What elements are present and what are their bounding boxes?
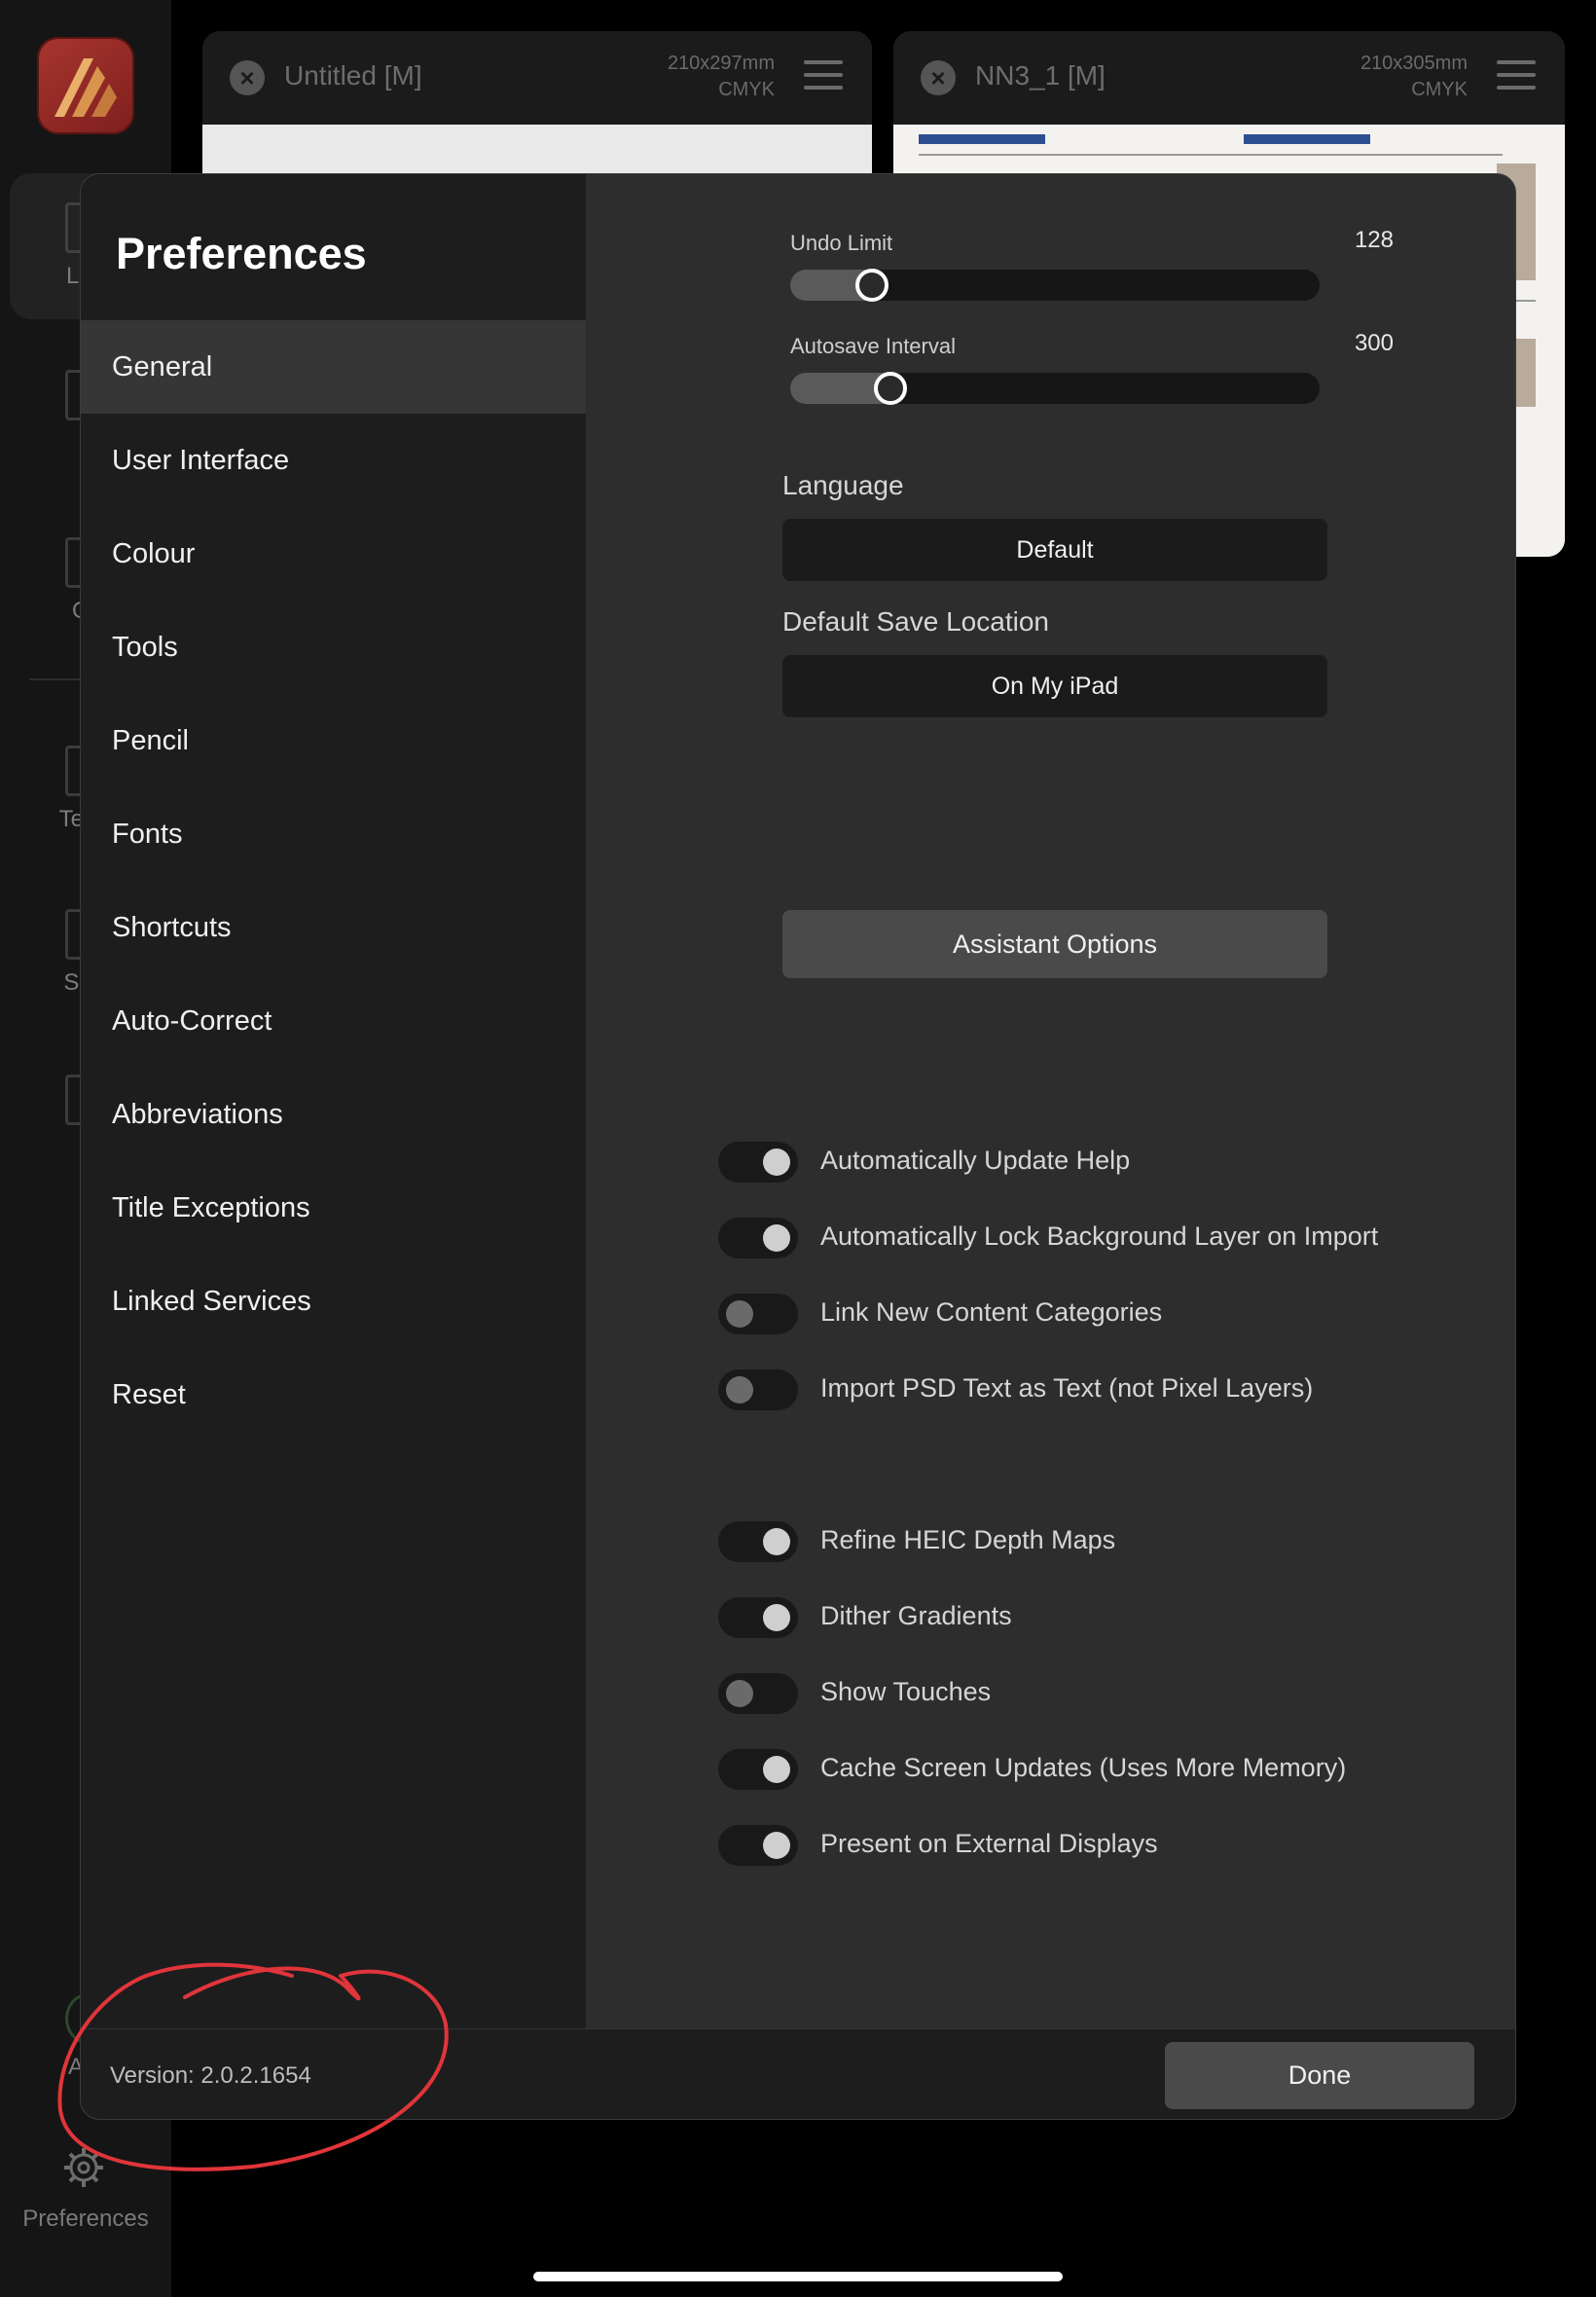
toggle-switch[interactable]: [718, 1521, 798, 1562]
document-meta: 210x297mm CMYK: [668, 51, 775, 103]
document-header: × NN3_1 [M] 210x305mm CMYK: [893, 31, 1565, 125]
toggle-knob: [726, 1680, 753, 1707]
toggle-label: Refine HEIC Depth Maps: [820, 1525, 1116, 1554]
document-color-mode: CMYK: [1411, 79, 1468, 100]
save-location-label: Default Save Location: [782, 606, 1049, 637]
toggle-knob: [763, 1224, 790, 1252]
slider-handle[interactable]: [874, 372, 908, 405]
nav-item-linked-services[interactable]: Linked Services: [81, 1255, 586, 1348]
toggle-knob: [763, 1832, 790, 1859]
document-color-mode: CMYK: [718, 79, 775, 100]
nav-item-user-interface[interactable]: User Interface: [81, 414, 586, 507]
autosave-interval-value: 300: [1354, 330, 1394, 356]
done-button[interactable]: Done: [1165, 2042, 1474, 2109]
toggle-label: Cache Screen Updates (Uses More Memory): [820, 1753, 1347, 1782]
preferences-content: Undo Limit 128 Autosave Interval 300 Lan…: [586, 174, 1515, 2028]
nav-item-shortcuts[interactable]: Shortcuts: [81, 881, 586, 974]
app-logo-icon[interactable]: [37, 37, 134, 134]
preferences-sidebar: Preferences General User Interface Colou…: [81, 174, 586, 2028]
nav-item-fonts[interactable]: Fonts: [81, 787, 586, 881]
document-header: × Untitled [M] 210x297mm CMYK: [202, 31, 872, 125]
gear-icon[interactable]: [62, 2146, 105, 2189]
undo-limit-label: Undo Limit: [790, 231, 893, 255]
nav-item-auto-correct[interactable]: Auto-Correct: [81, 974, 586, 1068]
toggle-switch[interactable]: [718, 1218, 798, 1258]
nav-item-colour[interactable]: Colour: [81, 507, 586, 601]
preferences-nav: General User Interface Colour Tools Penc…: [81, 320, 586, 1441]
nav-item-tools[interactable]: Tools: [81, 601, 586, 694]
toggle-switch[interactable]: [718, 1597, 798, 1638]
rail-preferences-label[interactable]: Preferences: [0, 2206, 171, 2233]
close-icon[interactable]: ×: [230, 60, 265, 95]
toggle-label: Automatically Update Help: [820, 1146, 1131, 1175]
language-label: Language: [782, 470, 904, 500]
document-title: NN3_1 [M]: [975, 60, 1106, 91]
nav-item-general[interactable]: General: [81, 320, 586, 414]
toggle-knob: [763, 1528, 790, 1555]
toggle-label: Dither Gradients: [820, 1601, 1012, 1630]
nav-item-title-exceptions[interactable]: Title Exceptions: [81, 1161, 586, 1255]
close-icon[interactable]: ×: [921, 60, 956, 95]
toggle-label: Present on External Displays: [820, 1829, 1158, 1858]
nav-item-reset[interactable]: Reset: [81, 1348, 586, 1441]
document-meta: 210x305mm CMYK: [1360, 51, 1468, 103]
toggle-switch[interactable]: [718, 1825, 798, 1866]
dialog-footer: Version: 2.0.2.1654 Done: [81, 2028, 1515, 2119]
toggle-knob: [726, 1300, 753, 1328]
toggle-label: Show Touches: [820, 1677, 992, 1706]
nav-item-abbreviations[interactable]: Abbreviations: [81, 1068, 586, 1161]
nav-item-pencil[interactable]: Pencil: [81, 694, 586, 787]
version-text: Version: 2.0.2.1654: [110, 2062, 311, 2089]
home-indicator[interactable]: [533, 2272, 1063, 2281]
toggle-label: Import PSD Text as Text (not Pixel Layer…: [820, 1373, 1314, 1403]
toggle-switch[interactable]: [718, 1294, 798, 1334]
slider-handle[interactable]: [854, 269, 889, 302]
save-location-select[interactable]: On My iPad: [782, 655, 1327, 717]
menu-icon[interactable]: [804, 60, 843, 98]
toggle-switch[interactable]: [718, 1369, 798, 1410]
language-select[interactable]: Default: [782, 519, 1327, 581]
toggle-label: Automatically Lock Background Layer on I…: [820, 1221, 1379, 1251]
undo-limit-value: 128: [1354, 227, 1394, 253]
toggle-label: Link New Content Categories: [820, 1297, 1163, 1327]
assistant-options-button[interactable]: Assistant Options: [782, 910, 1327, 978]
autosave-interval-label: Autosave Interval: [790, 334, 956, 358]
toggle-knob: [763, 1756, 790, 1783]
document-size: 210x297mm: [667, 53, 775, 74]
toggle-switch[interactable]: [718, 1673, 798, 1714]
preferences-dialog: Preferences General User Interface Colou…: [80, 173, 1516, 2120]
toggle-switch[interactable]: [718, 1749, 798, 1790]
toggle-knob: [763, 1148, 790, 1176]
toggle-switch[interactable]: [718, 1142, 798, 1183]
toggle-knob: [763, 1604, 790, 1631]
document-title: Untitled [M]: [284, 60, 422, 91]
undo-limit-slider[interactable]: [790, 269, 1320, 302]
toggle-knob: [726, 1376, 753, 1404]
document-size: 210x305mm: [1360, 53, 1468, 74]
menu-icon[interactable]: [1497, 60, 1536, 98]
autosave-interval-slider[interactable]: [790, 372, 1320, 405]
page-title: Preferences: [116, 229, 367, 278]
